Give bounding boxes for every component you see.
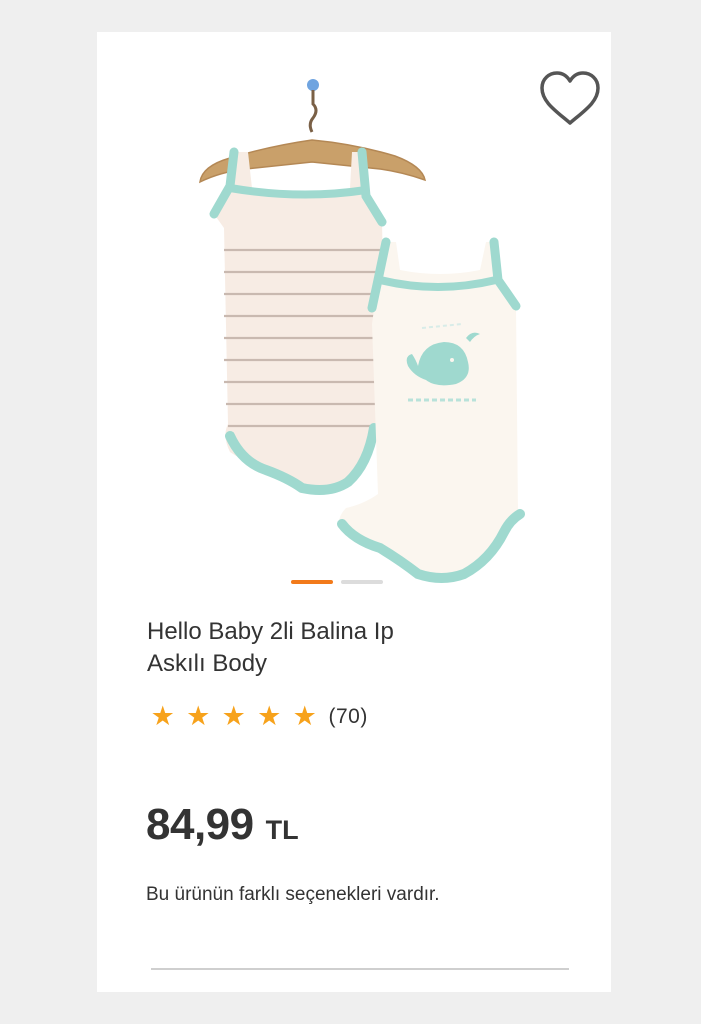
heart-outline-icon [540, 71, 600, 125]
product-title-line2: Askılı Body [147, 650, 268, 677]
price-value: 84,99 [146, 800, 254, 849]
star-icon: ★ [221, 701, 246, 732]
divider [151, 968, 569, 970]
carousel-dot[interactable] [341, 580, 383, 584]
rating-stars: ★ ★ ★ ★ ★ [145, 701, 323, 733]
product-rating[interactable]: ★ ★ ★ ★ ★ (70) [145, 701, 368, 733]
product-image[interactable] [190, 74, 530, 584]
striped-bodysuit-image [209, 147, 387, 495]
favorite-button[interactable] [536, 66, 604, 130]
carousel-dot-active[interactable] [291, 580, 333, 584]
star-icon: ★ [150, 701, 175, 732]
product-price: 84,99 TL [146, 800, 299, 850]
product-title[interactable]: Hello Baby 2li Balina Ip Askılı Body [147, 616, 507, 680]
product-title-line1: Hello Baby 2li Balina Ip [147, 618, 394, 645]
price-currency: TL [265, 815, 299, 845]
star-icon: ★ [292, 701, 317, 732]
review-count: (70) [328, 705, 368, 728]
carousel-indicator [291, 578, 401, 586]
star-icon: ★ [257, 701, 282, 732]
variants-note: Bu ürünün farklı seçenekleri vardır. [146, 884, 440, 905]
star-icon: ★ [186, 701, 211, 732]
